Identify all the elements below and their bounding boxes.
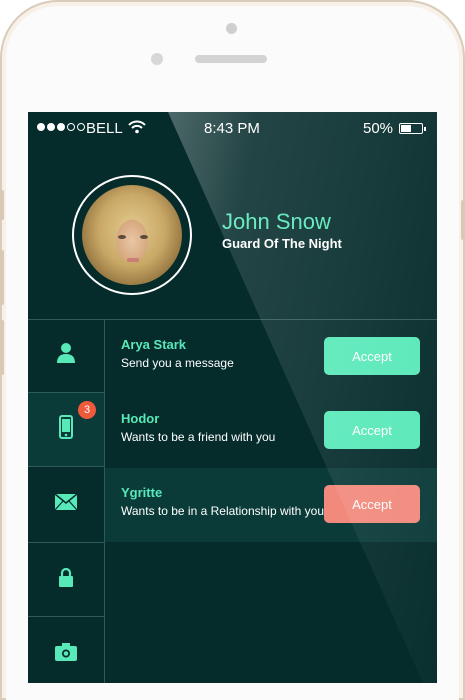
sidebar: 3 [28, 319, 104, 683]
earpiece-speaker [195, 55, 267, 63]
avatar[interactable] [82, 185, 182, 285]
front-sensor [226, 23, 237, 34]
list-item: Ygritte Wants to be in a Relationship wi… [105, 468, 437, 542]
request-name: Ygritte [121, 485, 163, 500]
sidebar-item-mail[interactable] [28, 467, 104, 543]
status-bar: BELL 8:43 PM 50% [28, 112, 437, 146]
user-icon [56, 342, 76, 369]
clock: 8:43 PM [204, 120, 260, 137]
avatar-eye-left [118, 235, 126, 239]
notification-badge: 3 [78, 401, 96, 419]
carrier-label: BELL [86, 120, 123, 137]
sidebar-item-profile[interactable] [28, 319, 104, 393]
battery-icon [399, 123, 426, 134]
wifi-icon [128, 120, 146, 138]
mail-icon [54, 493, 78, 515]
request-name: Arya Stark [121, 337, 187, 352]
avatar-eye-right [140, 235, 148, 239]
camera-icon [55, 642, 77, 666]
sidebar-item-phone[interactable]: 3 [28, 393, 104, 467]
request-message: Wants to be in a Relationship with you [121, 504, 324, 518]
accept-button[interactable]: Accept [324, 485, 420, 523]
battery-level [401, 125, 411, 132]
profile-subtitle: Guard Of The Night [222, 236, 342, 251]
power-button [461, 200, 465, 240]
list-item: Hodor Wants to be a friend with you Acce… [105, 394, 437, 468]
list-item: Arya Stark Send you a message Accept [105, 320, 437, 394]
sidebar-item-camera[interactable] [28, 617, 104, 683]
phone-icon [59, 415, 73, 444]
request-name: Hodor [121, 411, 160, 426]
volume-down-button [0, 320, 4, 375]
mute-switch [0, 190, 4, 220]
accept-button[interactable]: Accept [324, 411, 420, 449]
volume-up-button [0, 250, 4, 305]
front-camera [151, 53, 163, 65]
profile-name: John Snow [222, 209, 331, 234]
sidebar-item-lock[interactable] [28, 543, 104, 617]
battery-percent: 50% [363, 120, 394, 137]
app-screen: BELL 8:43 PM 50% John Snow Guard Of The … [28, 112, 437, 683]
signal-dots-icon [37, 123, 85, 131]
avatar-lips [127, 258, 139, 262]
request-message: Send you a message [121, 356, 234, 370]
avatar-ring [72, 175, 192, 295]
request-message: Wants to be a friend with you [121, 430, 276, 444]
accept-button[interactable]: Accept [324, 337, 420, 375]
lock-icon [58, 567, 74, 592]
